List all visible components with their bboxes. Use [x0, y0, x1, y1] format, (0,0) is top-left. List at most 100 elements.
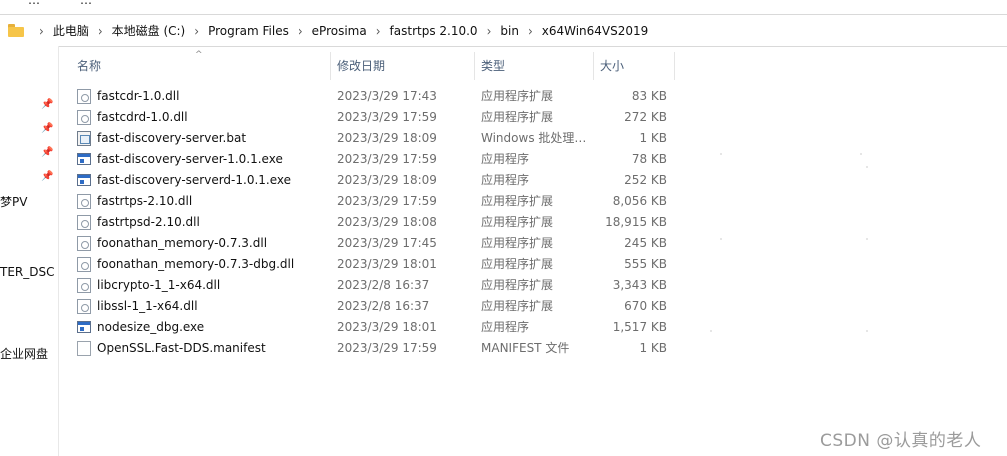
ribbon-fragment: … — [28, 0, 40, 7]
file-date: 2023/2/8 16:37 — [337, 299, 430, 313]
dll-file-icon — [77, 215, 91, 230]
breadcrumb-item[interactable]: Program Files — [208, 24, 289, 38]
navigation-pane: 📌 📌 📌 📌 梦PV TER_DSC 企业网盘 — [0, 46, 59, 456]
dll-file-icon — [77, 278, 91, 293]
column-header-date[interactable]: 修改日期 — [337, 52, 385, 80]
ribbon-fragment: … — [80, 0, 92, 7]
file-name: fast-discovery-server-1.0.1.exe — [97, 152, 283, 166]
file-size: 78 KB — [631, 152, 667, 166]
file-size: 83 KB — [631, 89, 667, 103]
file-row[interactable]: fast-discovery-server-1.0.1.exe 2023/3/2… — [60, 149, 680, 170]
file-row[interactable]: fastcdr-1.0.dll 2023/3/29 17:43 应用程序扩展 8… — [60, 86, 680, 107]
file-name: foonathan_memory-0.7.3-dbg.dll — [97, 257, 295, 271]
file-name: nodesize_dbg.exe — [97, 320, 205, 334]
file-type: 应用程序扩展 — [481, 215, 554, 229]
pin-icon[interactable]: 📌 — [41, 124, 53, 134]
nav-item[interactable]: 梦PV — [0, 193, 27, 210]
file-row[interactable]: fastrtps-2.10.dll 2023/3/29 17:59 应用程序扩展… — [60, 191, 680, 212]
artifact-dot — [720, 153, 722, 155]
breadcrumb-item[interactable]: 本地磁盘 (C:) — [112, 22, 186, 39]
pin-icon[interactable]: 📌 — [41, 172, 53, 182]
column-divider[interactable] — [674, 52, 675, 80]
chevron-right-icon[interactable]: › — [487, 23, 492, 38]
file-row[interactable]: libssl-1_1-x64.dll 2023/2/8 16:37 应用程序扩展… — [60, 296, 680, 317]
file-type: MANIFEST 文件 — [481, 341, 570, 355]
file-row[interactable]: fast-discovery-serverd-1.0.1.exe 2023/3/… — [60, 170, 680, 191]
breadcrumb-item[interactable]: bin — [500, 24, 519, 38]
file-row[interactable]: foonathan_memory-0.7.3.dll 2023/3/29 17:… — [60, 233, 680, 254]
file-date: 2023/3/29 18:09 — [337, 173, 437, 187]
file-size: 1 KB — [639, 341, 667, 355]
dll-file-icon — [77, 236, 91, 251]
chevron-right-icon[interactable]: › — [194, 23, 199, 38]
artifact-dot — [710, 330, 712, 332]
file-name: OpenSSL.Fast-DDS.manifest — [97, 341, 266, 355]
file-size: 8,056 KB — [612, 194, 667, 208]
batch-file-icon — [77, 131, 91, 146]
column-header-type[interactable]: 类型 — [481, 52, 505, 80]
breadcrumb-item[interactable]: fastrtps 2.10.0 — [390, 24, 478, 38]
file-name: foonathan_memory-0.7.3.dll — [97, 236, 268, 250]
file-size: 1,517 KB — [612, 320, 667, 334]
file-type: 应用程序扩展 — [481, 236, 554, 250]
dll-file-icon — [77, 89, 91, 104]
nav-item[interactable]: TER_DSC — [0, 265, 55, 279]
file-type: 应用程序 — [481, 152, 530, 166]
file-size: 555 KB — [624, 257, 667, 271]
column-header: ^ 名称 修改日期 类型 大小 — [60, 50, 680, 80]
column-divider[interactable] — [330, 52, 331, 80]
file-date: 2023/3/29 18:09 — [337, 131, 437, 145]
exe-file-icon — [77, 321, 91, 333]
pin-icon[interactable]: 📌 — [41, 148, 53, 158]
file-date: 2023/3/29 18:08 — [337, 215, 437, 229]
file-name: libssl-1_1-x64.dll — [97, 299, 198, 313]
artifact-dot — [720, 238, 722, 240]
file-row[interactable]: OpenSSL.Fast-DDS.manifest 2023/3/29 17:5… — [60, 338, 680, 359]
file-name: fast-discovery-serverd-1.0.1.exe — [97, 173, 292, 187]
breadcrumb-item[interactable]: x64Win64VS2019 — [542, 24, 649, 38]
file-row[interactable]: libcrypto-1_1-x64.dll 2023/2/8 16:37 应用程… — [60, 275, 680, 296]
file-name: libcrypto-1_1-x64.dll — [97, 278, 221, 292]
dll-file-icon — [77, 299, 91, 314]
dll-file-icon — [77, 110, 91, 125]
file-row[interactable]: fast-discovery-server.bat 2023/3/29 18:0… — [60, 128, 680, 149]
pin-icon[interactable]: 📌 — [41, 100, 53, 110]
file-date: 2023/3/29 17:43 — [337, 89, 437, 103]
file-name: fastcdrd-1.0.dll — [97, 110, 188, 124]
file-type: 应用程序扩展 — [481, 194, 554, 208]
column-header-size[interactable]: 大小 — [600, 52, 624, 80]
file-row[interactable]: fastcdrd-1.0.dll 2023/3/29 17:59 应用程序扩展 … — [60, 107, 680, 128]
dll-file-icon — [77, 194, 91, 209]
file-row[interactable]: fastrtpsd-2.10.dll 2023/3/29 18:08 应用程序扩… — [60, 212, 680, 233]
exe-file-icon — [77, 153, 91, 165]
exe-file-icon — [77, 174, 91, 186]
file-row[interactable]: foonathan_memory-0.7.3-dbg.dll 2023/3/29… — [60, 254, 680, 275]
file-name: fast-discovery-server.bat — [97, 131, 247, 145]
file-name: fastrtpsd-2.10.dll — [97, 215, 200, 229]
chevron-right-icon[interactable]: › — [39, 23, 44, 38]
address-bar[interactable]: › 此电脑 › 本地磁盘 (C:) › Program Files › ePro… — [0, 14, 1007, 47]
breadcrumb-item[interactable]: eProsima — [312, 24, 367, 38]
chevron-right-icon[interactable]: › — [98, 23, 103, 38]
file-row[interactable]: nodesize_dbg.exe 2023/3/29 18:01 应用程序 1,… — [60, 317, 680, 338]
chevron-right-icon[interactable]: › — [376, 23, 381, 38]
file-type: 应用程序扩展 — [481, 299, 554, 313]
file-size: 3,343 KB — [612, 278, 667, 292]
folder-icon — [8, 24, 24, 37]
file-type: 应用程序扩展 — [481, 89, 554, 103]
chevron-right-icon[interactable]: › — [298, 23, 303, 38]
nav-item[interactable]: 企业网盘 — [0, 345, 48, 362]
breadcrumb-item[interactable]: 此电脑 — [53, 22, 89, 39]
file-type: 应用程序 — [481, 320, 530, 334]
file-date: 2023/3/29 17:59 — [337, 341, 437, 355]
file-date: 2023/3/29 17:59 — [337, 110, 437, 124]
column-divider[interactable] — [474, 52, 475, 80]
column-divider[interactable] — [593, 52, 594, 80]
artifact-dot — [866, 166, 868, 168]
artifact-dot — [860, 153, 862, 155]
file-type: 应用程序扩展 — [481, 257, 554, 271]
watermark: CSDN @认真的老人 — [820, 431, 982, 451]
chevron-right-icon[interactable]: › — [528, 23, 533, 38]
column-header-name[interactable]: 名称 — [77, 52, 101, 80]
file-size: 1 KB — [639, 131, 667, 145]
